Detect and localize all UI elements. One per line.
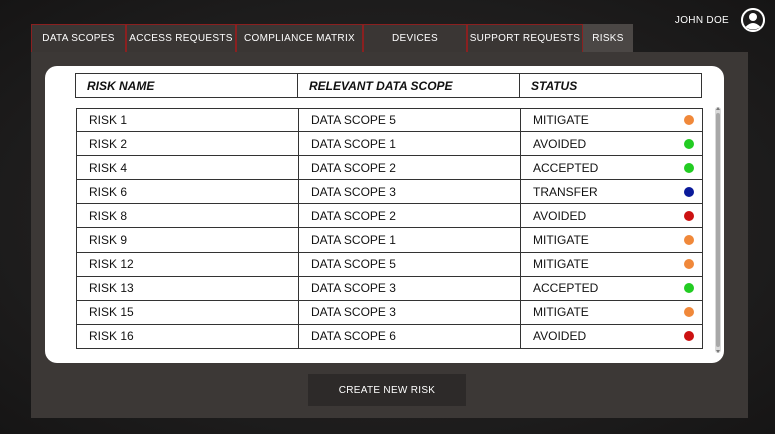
status-dot-icon bbox=[684, 210, 694, 221]
status-cell: ACCEPTED bbox=[521, 156, 702, 179]
status-cell: AVOIDED bbox=[521, 204, 702, 227]
table-row[interactable]: RISK 4 DATA SCOPE 2 ACCEPTED bbox=[76, 156, 703, 181]
risks-table-card: RISK NAME RELEVANT DATA SCOPE STATUS RIS… bbox=[45, 66, 724, 363]
status-dot-icon bbox=[684, 186, 694, 197]
data-scope-cell: DATA SCOPE 6 bbox=[299, 324, 521, 348]
risk-name-cell: RISK 16 bbox=[77, 324, 299, 348]
table-row[interactable]: RISK 15 DATA SCOPE 3 MITIGATE bbox=[76, 300, 703, 325]
risk-name-cell: RISK 4 bbox=[77, 156, 299, 180]
status-cell: TRANSFER bbox=[521, 180, 702, 203]
table-row[interactable]: RISK 13 DATA SCOPE 3 ACCEPTED bbox=[76, 276, 703, 301]
risk-name-cell: RISK 13 bbox=[77, 276, 299, 300]
status-dot-icon bbox=[684, 307, 694, 318]
risk-name-cell: RISK 15 bbox=[77, 300, 299, 324]
column-header-data-scope[interactable]: RELEVANT DATA SCOPE bbox=[298, 74, 520, 97]
status-cell: MITIGATE bbox=[521, 109, 702, 131]
status-cell: AVOIDED bbox=[521, 132, 702, 155]
data-scope-cell: DATA SCOPE 3 bbox=[299, 276, 521, 300]
status-dot-icon bbox=[684, 162, 694, 173]
status-cell: ACCEPTED bbox=[521, 277, 702, 300]
scroll-up-icon[interactable] bbox=[716, 107, 720, 110]
tab-devices[interactable]: DEVICES bbox=[363, 24, 467, 52]
data-scope-cell: DATA SCOPE 3 bbox=[299, 180, 521, 204]
tab-data-scopes[interactable]: DATA SCOPES bbox=[31, 24, 126, 52]
column-header-status[interactable]: STATUS bbox=[520, 74, 701, 97]
column-header-risk-name[interactable]: RISK NAME bbox=[76, 74, 298, 97]
status-dot-icon bbox=[684, 235, 694, 246]
status-cell: AVOIDED bbox=[521, 325, 702, 348]
data-scope-cell: DATA SCOPE 1 bbox=[299, 132, 521, 156]
scrollbar-thumb[interactable] bbox=[716, 113, 720, 347]
table-row[interactable]: RISK 6 DATA SCOPE 3 TRANSFER bbox=[76, 180, 703, 205]
status-dot-icon bbox=[684, 115, 694, 126]
status-cell: MITIGATE bbox=[521, 301, 702, 324]
tab-support-requests[interactable]: SUPPORT REQUESTS bbox=[467, 24, 583, 52]
status-dot-icon bbox=[684, 283, 694, 294]
data-scope-cell: DATA SCOPE 5 bbox=[299, 109, 521, 132]
nav-tabs: DATA SCOPES ACCESS REQUESTS COMPLIANCE M… bbox=[31, 24, 633, 52]
tab-compliance-matrix[interactable]: COMPLIANCE MATRIX bbox=[236, 24, 363, 52]
risk-name-cell: RISK 2 bbox=[77, 132, 299, 156]
status-dot-icon bbox=[684, 259, 694, 270]
risk-name-cell: RISK 12 bbox=[77, 252, 299, 276]
risk-name-cell: RISK 6 bbox=[77, 180, 299, 204]
table-row[interactable]: RISK 16 DATA SCOPE 6 AVOIDED bbox=[76, 324, 703, 349]
data-scope-cell: DATA SCOPE 1 bbox=[299, 228, 521, 252]
table-row[interactable]: RISK 9 DATA SCOPE 1 MITIGATE bbox=[76, 228, 703, 253]
risk-name-cell: RISK 1 bbox=[77, 109, 299, 132]
tab-access-requests[interactable]: ACCESS REQUESTS bbox=[126, 24, 236, 52]
tab-risks[interactable]: RISKS bbox=[583, 24, 633, 52]
status-cell: MITIGATE bbox=[521, 253, 702, 276]
status-dot-icon bbox=[684, 331, 694, 342]
risk-name-cell: RISK 8 bbox=[77, 204, 299, 228]
status-cell: MITIGATE bbox=[521, 228, 702, 251]
scroll-down-icon[interactable] bbox=[716, 350, 720, 353]
create-new-risk-button[interactable]: CREATE NEW RISK bbox=[308, 374, 466, 406]
main-panel: RISK NAME RELEVANT DATA SCOPE STATUS RIS… bbox=[31, 52, 748, 418]
data-scope-cell: DATA SCOPE 2 bbox=[299, 156, 521, 180]
table-row[interactable]: RISK 2 DATA SCOPE 1 AVOIDED bbox=[76, 132, 703, 157]
data-scope-cell: DATA SCOPE 3 bbox=[299, 300, 521, 324]
user-name: JOHN DOE bbox=[674, 14, 729, 26]
table-row[interactable]: RISK 12 DATA SCOPE 5 MITIGATE bbox=[76, 252, 703, 277]
table-body: RISK 1 DATA SCOPE 5 MITIGATE RISK 2 DATA SCO… bbox=[76, 108, 703, 349]
table-header: RISK NAME RELEVANT DATA SCOPE STATUS bbox=[75, 73, 702, 98]
user-circle-icon[interactable] bbox=[741, 8, 765, 32]
data-scope-cell: DATA SCOPE 2 bbox=[299, 204, 521, 228]
status-dot-icon bbox=[684, 138, 694, 149]
table-row[interactable]: RISK 8 DATA SCOPE 2 AVOIDED bbox=[76, 204, 703, 229]
data-scope-cell: DATA SCOPE 5 bbox=[299, 252, 521, 276]
table-row[interactable]: RISK 1 DATA SCOPE 5 MITIGATE bbox=[76, 108, 703, 133]
table-scrollbar[interactable] bbox=[715, 107, 721, 353]
user-menu[interactable]: JOHN DOE bbox=[675, 8, 765, 32]
risk-name-cell: RISK 9 bbox=[77, 228, 299, 252]
